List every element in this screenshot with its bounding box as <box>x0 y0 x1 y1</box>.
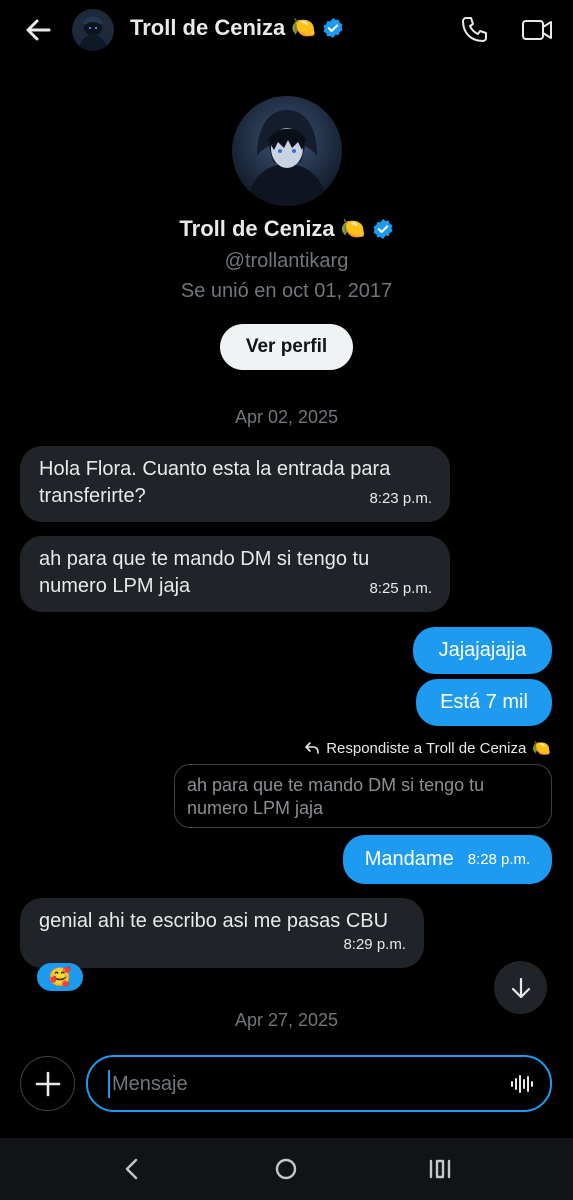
reply-indicator: Respondiste a Troll de Ceniza 🍋 <box>304 739 551 757</box>
voice-message-icon[interactable] <box>510 1072 534 1096</box>
lemon-emoji: 🍋 <box>532 740 551 757</box>
reply-arrow-icon <box>305 742 319 754</box>
incoming-message[interactable]: ah para que te mando DM si tengo tu nume… <box>20 536 450 612</box>
add-attachment-button[interactable] <box>20 1056 75 1111</box>
lemon-emoji: 🍋 <box>291 17 317 39</box>
nav-home-icon[interactable] <box>272 1155 300 1183</box>
message-text: Mandame <box>364 848 454 870</box>
header-avatar[interactable] <box>72 9 114 51</box>
lemon-emoji: 🍋 <box>340 218 366 240</box>
date-separator: Apr 02, 2025 <box>234 407 339 427</box>
message-time: 8:28 p.m. <box>467 851 531 868</box>
message-reaction[interactable]: 🥰 <box>37 963 83 991</box>
outgoing-message[interactable]: Mandame 8:28 p.m. <box>343 835 552 884</box>
verified-badge-icon <box>323 18 343 38</box>
message-time: 8:23 p.m. <box>369 490 432 507</box>
phone-icon[interactable] <box>458 14 490 46</box>
incoming-message[interactable]: Hola Flora. Cuanto esta la entrada para … <box>20 446 450 522</box>
message-time: 8:29 p.m. <box>343 936 406 953</box>
profile-joined-date: Se unió en oct 01, 2017 <box>180 280 393 302</box>
profile-name: Troll de Ceniza 🍋 <box>0 216 573 242</box>
chat-header: Troll de Ceniza 🍋 <box>0 0 573 62</box>
nav-recents-icon[interactable] <box>426 1156 454 1182</box>
message-composer[interactable] <box>86 1055 552 1112</box>
video-icon[interactable] <box>520 14 554 46</box>
reply-note-text: Respondiste a Troll de Ceniza <box>326 739 527 757</box>
profile-avatar[interactable] <box>232 96 342 206</box>
arrow-down-icon <box>511 977 530 998</box>
view-profile-button[interactable]: Ver perfil <box>220 324 353 370</box>
message-time: 8:25 p.m. <box>369 580 432 597</box>
quoted-message[interactable]: ah para que te mando DM si tengo tu nume… <box>174 764 552 828</box>
outgoing-message[interactable]: Jajajajajja <box>413 627 552 674</box>
profile-name-text: Troll de Ceniza <box>179 216 335 241</box>
incoming-message[interactable]: genial ahi te escribo asi me pasas CBU 8… <box>20 898 424 968</box>
header-title[interactable]: Troll de Ceniza 🍋 <box>130 15 344 41</box>
message-input[interactable] <box>108 1070 488 1098</box>
plus-icon <box>35 1071 60 1096</box>
outgoing-message[interactable]: Está 7 mil <box>416 679 552 726</box>
back-arrow-icon[interactable] <box>22 14 54 46</box>
header-name: Troll de Ceniza <box>130 15 286 40</box>
profile-handle: @trollantikarg <box>224 250 349 272</box>
message-text: Está 7 mil <box>440 691 528 713</box>
verified-badge-icon <box>373 219 393 239</box>
scroll-to-bottom-button[interactable] <box>494 961 547 1014</box>
nav-back-icon[interactable] <box>118 1154 146 1184</box>
date-separator: Apr 27, 2025 <box>234 1010 339 1030</box>
message-text: Jajajajajja <box>438 639 527 661</box>
